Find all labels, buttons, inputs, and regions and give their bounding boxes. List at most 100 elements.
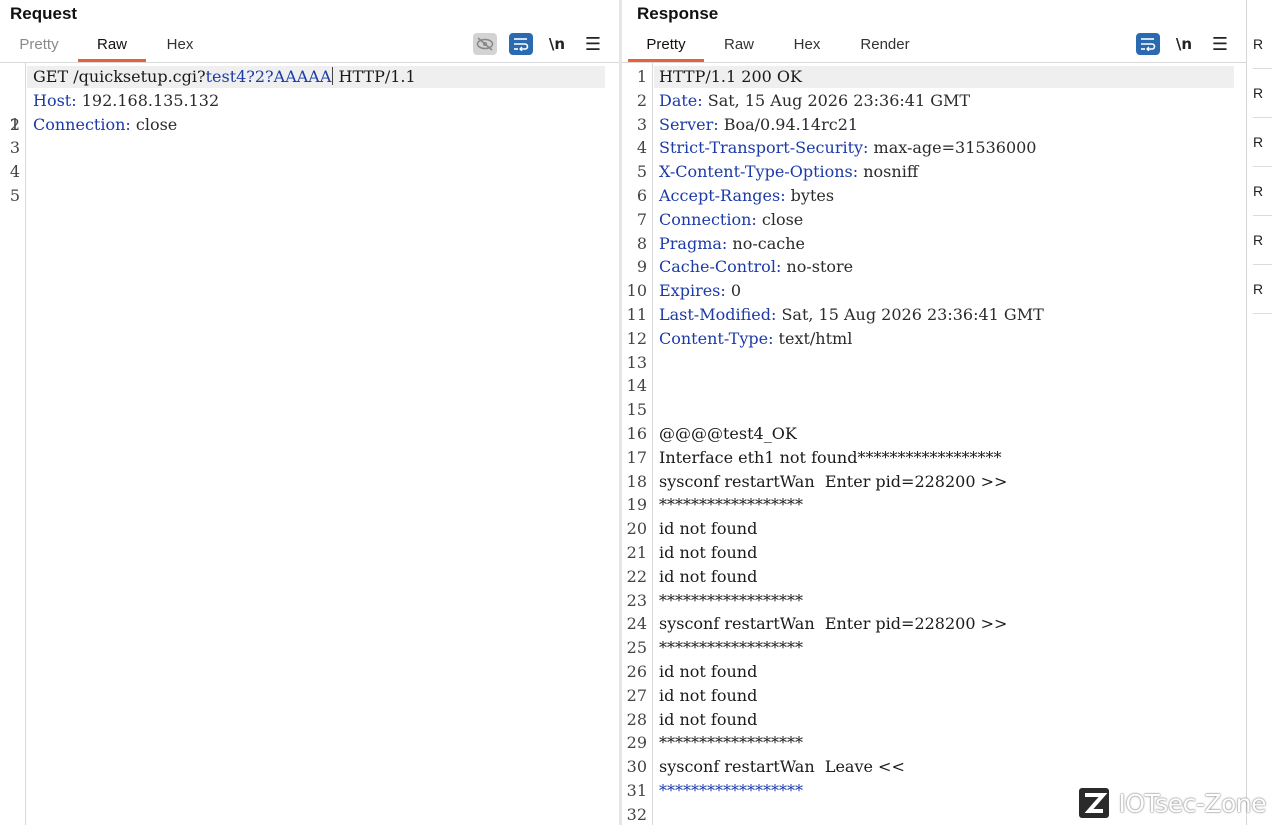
response-line: 29 ****************** xyxy=(622,731,1246,755)
side-item[interactable]: R xyxy=(1253,232,1263,248)
side-item[interactable]: R xyxy=(1253,281,1263,297)
response-line: 2 Date: Sat, 15 Aug 2026 23:36:41 GMT xyxy=(622,89,1246,113)
line-number: 8 xyxy=(636,233,647,253)
request-line: 3 Connection: close xyxy=(0,113,620,158)
tab-request-hex[interactable]: Hex xyxy=(154,34,206,62)
header-name: Date xyxy=(659,90,698,110)
request-menu-icon[interactable]: ☰ xyxy=(581,33,605,55)
newline-toggle-button[interactable]: \n xyxy=(545,33,569,55)
line-number: 1 xyxy=(636,67,647,86)
request-line: 4 xyxy=(0,136,620,181)
side-divider xyxy=(1253,215,1272,216)
line-number: 14 xyxy=(626,376,647,396)
line-number: 19 xyxy=(626,495,647,515)
tab-response-render[interactable]: Render xyxy=(852,34,918,62)
response-body-text: id not found xyxy=(659,519,758,539)
header-name: Connection xyxy=(659,209,752,229)
response-line: 14 xyxy=(622,374,1246,398)
header-value: 192.168.135.132 xyxy=(76,90,220,110)
header-value: text/html xyxy=(773,328,853,348)
line-number: 11 xyxy=(626,304,647,324)
header-value: close xyxy=(130,114,178,134)
line-number: 15 xyxy=(626,400,647,420)
line-number: 22 xyxy=(626,566,647,586)
response-line: 3 Server: Boa/0.94.14rc21 xyxy=(622,113,1246,137)
response-body-text: sysconf restartWan Enter pid=228200 >> xyxy=(659,614,1008,634)
header-name: Expires xyxy=(659,281,721,301)
response-line: 28 id not found xyxy=(622,708,1246,732)
line-number: 12 xyxy=(626,328,647,348)
header-value: bytes xyxy=(785,185,835,205)
response-line: 24 sysconf restartWan Enter pid=228200 >> xyxy=(622,612,1246,636)
response-line: 9 Cache-Control: no-store xyxy=(622,255,1246,279)
response-body-text: ****************** xyxy=(659,638,803,658)
header-name: Server xyxy=(659,114,714,134)
response-body-text: ****************** xyxy=(659,590,803,610)
word-wrap-icon[interactable] xyxy=(509,33,533,55)
tab-response-hex[interactable]: Hex xyxy=(782,34,832,62)
tab-request-raw[interactable]: Raw xyxy=(78,34,146,62)
response-line: 15 xyxy=(622,398,1246,422)
hide-eye-icon[interactable] xyxy=(473,33,497,55)
response-line: 5 X-Content-Type-Options: nosniff xyxy=(622,160,1246,184)
response-line: 20 id not found xyxy=(622,517,1246,541)
response-line: 7 Connection: close xyxy=(622,208,1246,232)
line-number: 31 xyxy=(626,780,647,800)
response-line: 19 ****************** xyxy=(622,493,1246,517)
line-number: 6 xyxy=(636,185,647,205)
response-body-text: id not found xyxy=(659,542,758,562)
header-name: Accept-Ranges xyxy=(659,185,781,205)
request-line: 2 Host: 192.168.135.132 xyxy=(0,89,620,134)
header-value: no-store xyxy=(781,257,854,277)
header-name: Host xyxy=(33,90,72,110)
line-number: 10 xyxy=(626,281,647,301)
line-number: 18 xyxy=(626,471,647,491)
line-number: 21 xyxy=(626,542,647,562)
word-wrap-icon[interactable] xyxy=(1136,33,1160,55)
line-number: 32 xyxy=(626,804,647,824)
tab-response-raw[interactable]: Raw xyxy=(714,34,764,62)
header-value: close xyxy=(756,209,804,229)
response-body-text: id not found xyxy=(659,709,758,729)
response-body-text: sysconf restartWan Enter pid=228200 >> xyxy=(659,471,1008,491)
line-number: 28 xyxy=(626,709,647,729)
header-name: Strict-Transport-Security xyxy=(659,138,864,158)
header-value: Sat, 15 Aug 2026 23:36:41 GMT xyxy=(776,304,1044,324)
response-editor[interactable]: 1 HTTP/1.1 200 OK 2 Date: Sat, 15 Aug 2026 … xyxy=(622,63,1246,825)
line-number: 24 xyxy=(626,614,647,634)
line-number: 27 xyxy=(626,685,647,705)
side-divider xyxy=(1253,117,1272,118)
side-panel: R R R R R R xyxy=(1246,0,1272,825)
request-editor[interactable]: 1 GET /quicksetup.cgi?test4?2?AAAAA HTTP… xyxy=(0,63,620,825)
response-menu-icon[interactable]: ☰ xyxy=(1208,33,1232,55)
side-item[interactable]: R xyxy=(1253,134,1263,150)
http-version: HTTP/1.1 xyxy=(333,67,416,86)
response-line: 22 id not found xyxy=(622,565,1246,589)
header-value: 0 xyxy=(725,281,742,301)
side-item[interactable]: R xyxy=(1253,183,1263,199)
response-line: 6 Accept-Ranges: bytes xyxy=(622,184,1246,208)
response-line: 26 id not found xyxy=(622,660,1246,684)
response-body-text: id not found xyxy=(659,685,758,705)
request-line: 5 xyxy=(0,160,620,205)
response-pane: Response Pretty Raw Hex Render \n ☰ 1 HTT… xyxy=(622,0,1246,825)
line-number: 5 xyxy=(9,185,20,205)
line-number: 17 xyxy=(626,447,647,467)
header-value: Sat, 15 Aug 2026 23:36:41 GMT xyxy=(702,90,971,110)
tab-response-pretty[interactable]: Pretty xyxy=(628,34,704,62)
response-title: Response xyxy=(637,4,719,23)
response-body-text: id not found xyxy=(659,661,758,681)
response-line: 4 Strict-Transport-Security: max-age=3153… xyxy=(622,136,1246,160)
response-line: 1 HTTP/1.1 200 OK xyxy=(622,65,1246,89)
header-name: Last-Modified xyxy=(659,304,771,324)
response-line: 16 @@@@test4_OK xyxy=(622,422,1246,446)
newline-toggle-button[interactable]: \n xyxy=(1172,33,1196,55)
side-item[interactable]: R xyxy=(1253,85,1263,101)
response-body-text: Interface eth1 not found****************… xyxy=(659,447,1002,467)
response-line: 13 xyxy=(622,351,1246,375)
line-number: 4 xyxy=(636,138,647,158)
side-divider xyxy=(1253,68,1272,69)
header-value: no-cache xyxy=(727,233,805,253)
side-item[interactable]: R xyxy=(1253,36,1263,52)
tab-request-pretty[interactable]: Pretty xyxy=(10,34,68,62)
